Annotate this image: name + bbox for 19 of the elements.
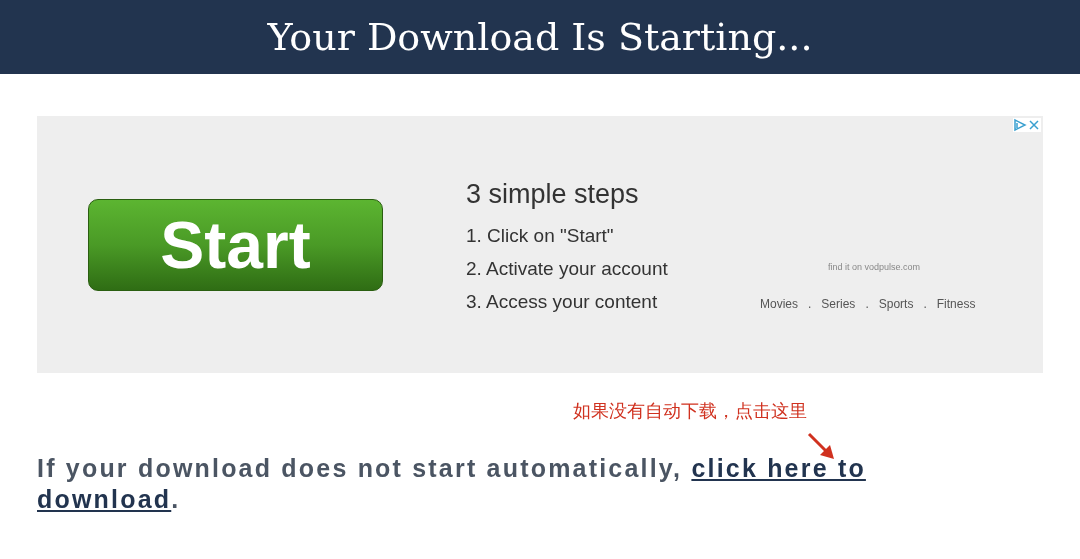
category-label: Movies: [760, 295, 798, 313]
category-label: Sports: [878, 295, 914, 313]
download-message: If your download does not start automatically, click here to download.: [37, 453, 867, 515]
download-link[interactable]: click here to: [691, 454, 866, 482]
tagline: find it on vodpulse.com: [828, 261, 922, 274]
ad-choices-icon[interactable]: [1013, 118, 1027, 132]
step-text: 1. Click on "Start": [466, 223, 615, 248]
category-label: .: [808, 295, 812, 313]
step-text: 2. Activate your account: [466, 256, 668, 281]
category-label: .: [923, 295, 927, 313]
start-button[interactable]: Start: [88, 198, 383, 291]
steps-title: 3 simple steps: [466, 178, 640, 211]
download-link[interactable]: download: [37, 485, 172, 513]
step-text: 3. Access your content: [466, 289, 659, 314]
close-icon[interactable]: [1027, 118, 1041, 132]
category-label: Fitness: [936, 295, 976, 313]
category-label: Series: [821, 295, 856, 313]
annotation-text: 如果没有自动下载，点击这里: [573, 399, 807, 423]
category-label: .: [865, 295, 869, 313]
